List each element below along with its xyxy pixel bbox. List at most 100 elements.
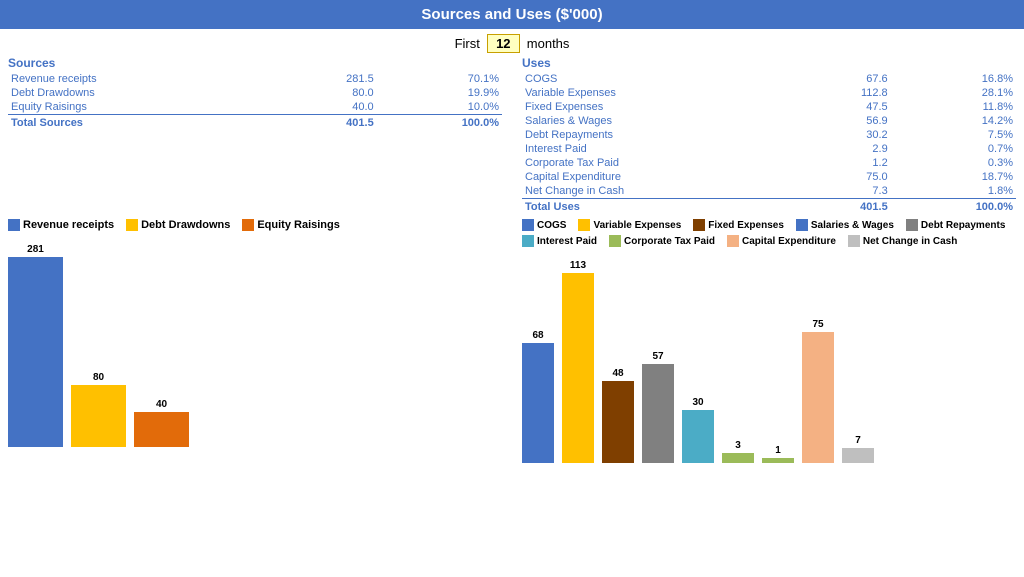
uses-row: Capital Expenditure 75.0 18.7% bbox=[522, 170, 1016, 184]
uses-total-label: Total Uses bbox=[522, 199, 794, 215]
sources-title: Sources bbox=[8, 56, 502, 70]
uses-row-pct: 28.1% bbox=[891, 86, 1016, 100]
sources-row-value: 40.0 bbox=[280, 100, 377, 115]
charts-section: Revenue receipts Debt Drawdowns Equity R… bbox=[0, 214, 1024, 504]
uses-row-pct: 14.2% bbox=[891, 114, 1016, 128]
uses-row-label: Net Change in Cash bbox=[522, 184, 794, 199]
sources-row-pct: 19.9% bbox=[377, 86, 502, 100]
uses-row-pct: 0.3% bbox=[891, 156, 1016, 170]
uses-row-label: Capital Expenditure bbox=[522, 170, 794, 184]
data-section: Sources Revenue receipts 281.5 70.1%Debt… bbox=[0, 56, 1024, 214]
legend-swatch bbox=[242, 219, 254, 231]
uses-row-label: COGS bbox=[522, 72, 794, 86]
uses-row-pct: 0.7% bbox=[891, 142, 1016, 156]
uses-legend-swatch bbox=[796, 219, 808, 231]
uses-legend-item: Fixed Expenses bbox=[693, 219, 784, 231]
uses-legend-item: Corporate Tax Paid bbox=[609, 235, 715, 247]
legend-swatch bbox=[8, 219, 20, 231]
uses-bar bbox=[602, 381, 634, 463]
uses-bar-value-label: 68 bbox=[532, 330, 543, 341]
bar bbox=[71, 385, 126, 447]
sources-bar-chart: 281 80 40 bbox=[8, 237, 502, 447]
uses-row-value: 56.9 bbox=[794, 114, 891, 128]
uses-row: Net Change in Cash 7.3 1.8% bbox=[522, 184, 1016, 199]
uses-row-label: Variable Expenses bbox=[522, 86, 794, 100]
uses-row-value: 112.8 bbox=[794, 86, 891, 100]
sources-total-value: 401.5 bbox=[280, 115, 377, 131]
uses-bar-value-label: 7 bbox=[855, 435, 861, 446]
uses-bar-group: 68 bbox=[522, 330, 554, 463]
uses-bar-value-label: 3 bbox=[735, 440, 741, 451]
uses-row-value: 75.0 bbox=[794, 170, 891, 184]
sources-section: Sources Revenue receipts 281.5 70.1%Debt… bbox=[8, 56, 512, 214]
uses-row-pct: 16.8% bbox=[891, 72, 1016, 86]
uses-bar bbox=[642, 364, 674, 463]
page-title: Sources and Uses ($'000) bbox=[0, 0, 1024, 29]
uses-row-pct: 11.8% bbox=[891, 100, 1016, 114]
uses-legend-label: Interest Paid bbox=[537, 236, 597, 247]
uses-row-value: 1.2 bbox=[794, 156, 891, 170]
legend-item: Revenue receipts bbox=[8, 219, 114, 231]
uses-bar-group: 75 bbox=[802, 319, 834, 463]
uses-bar-value-label: 48 bbox=[612, 368, 623, 379]
uses-bar-value-label: 75 bbox=[812, 319, 823, 330]
months-input[interactable]: 12 bbox=[487, 34, 519, 53]
bar-value-label: 80 bbox=[93, 372, 104, 383]
bar bbox=[134, 412, 189, 447]
uses-legend-item: Variable Expenses bbox=[578, 219, 681, 231]
uses-legend-swatch bbox=[727, 235, 739, 247]
uses-row-label: Corporate Tax Paid bbox=[522, 156, 794, 170]
uses-legend-item: Capital Expenditure bbox=[727, 235, 836, 247]
uses-title: Uses bbox=[522, 56, 1016, 70]
uses-row-value: 2.9 bbox=[794, 142, 891, 156]
sources-total-pct: 100.0% bbox=[377, 115, 502, 131]
uses-row-value: 30.2 bbox=[794, 128, 891, 142]
uses-row-value: 47.5 bbox=[794, 100, 891, 114]
uses-bar-group: 113 bbox=[562, 260, 594, 463]
uses-legend-label: Fixed Expenses bbox=[708, 220, 784, 231]
uses-legend-swatch bbox=[848, 235, 860, 247]
uses-row-value: 67.6 bbox=[794, 72, 891, 86]
uses-bar-group: 48 bbox=[602, 368, 634, 463]
bar-value-label: 40 bbox=[156, 399, 167, 410]
uses-row-label: Salaries & Wages bbox=[522, 114, 794, 128]
uses-row-value: 7.3 bbox=[794, 184, 891, 199]
uses-row: COGS 67.6 16.8% bbox=[522, 72, 1016, 86]
uses-total-value: 401.5 bbox=[794, 199, 891, 215]
uses-row-label: Interest Paid bbox=[522, 142, 794, 156]
sources-legend: Revenue receipts Debt Drawdowns Equity R… bbox=[8, 219, 502, 231]
uses-legend-swatch bbox=[609, 235, 621, 247]
uses-bar-value-label: 113 bbox=[570, 260, 586, 271]
sources-table: Revenue receipts 281.5 70.1%Debt Drawdow… bbox=[8, 72, 502, 130]
months-row: First 12 months bbox=[0, 29, 1024, 56]
legend-item: Equity Raisings bbox=[242, 219, 340, 231]
bar-group: 281 bbox=[8, 244, 63, 447]
uses-legend-item: Salaries & Wages bbox=[796, 219, 894, 231]
legend-swatch bbox=[126, 219, 138, 231]
uses-bar bbox=[722, 453, 754, 463]
uses-bar bbox=[762, 458, 794, 463]
legend-label: Revenue receipts bbox=[23, 219, 114, 231]
uses-bar-group: 3 bbox=[722, 440, 754, 463]
uses-row: Variable Expenses 112.8 28.1% bbox=[522, 86, 1016, 100]
uses-legend-label: Corporate Tax Paid bbox=[624, 236, 715, 247]
uses-bar bbox=[682, 410, 714, 463]
uses-bar-group: 1 bbox=[762, 445, 794, 463]
uses-row-label: Fixed Expenses bbox=[522, 100, 794, 114]
sources-row-label: Equity Raisings bbox=[8, 100, 280, 115]
uses-bar-value-label: 57 bbox=[652, 351, 663, 362]
sources-row: Debt Drawdowns 80.0 19.9% bbox=[8, 86, 502, 100]
uses-bar-value-label: 30 bbox=[692, 397, 703, 408]
uses-bar-group: 7 bbox=[842, 435, 874, 463]
uses-bar-value-label: 1 bbox=[775, 445, 781, 456]
sources-row-label: Revenue receipts bbox=[8, 72, 280, 86]
uses-legend: COGS Variable Expenses Fixed Expenses Sa… bbox=[522, 219, 1016, 247]
uses-chart: COGS Variable Expenses Fixed Expenses Sa… bbox=[512, 219, 1016, 504]
uses-row: Corporate Tax Paid 1.2 0.3% bbox=[522, 156, 1016, 170]
uses-bar-group: 57 bbox=[642, 351, 674, 463]
uses-bar bbox=[842, 448, 874, 463]
uses-total-pct: 100.0% bbox=[891, 199, 1016, 215]
uses-row-pct: 18.7% bbox=[891, 170, 1016, 184]
legend-label: Debt Drawdowns bbox=[141, 219, 230, 231]
uses-row: Interest Paid 2.9 0.7% bbox=[522, 142, 1016, 156]
